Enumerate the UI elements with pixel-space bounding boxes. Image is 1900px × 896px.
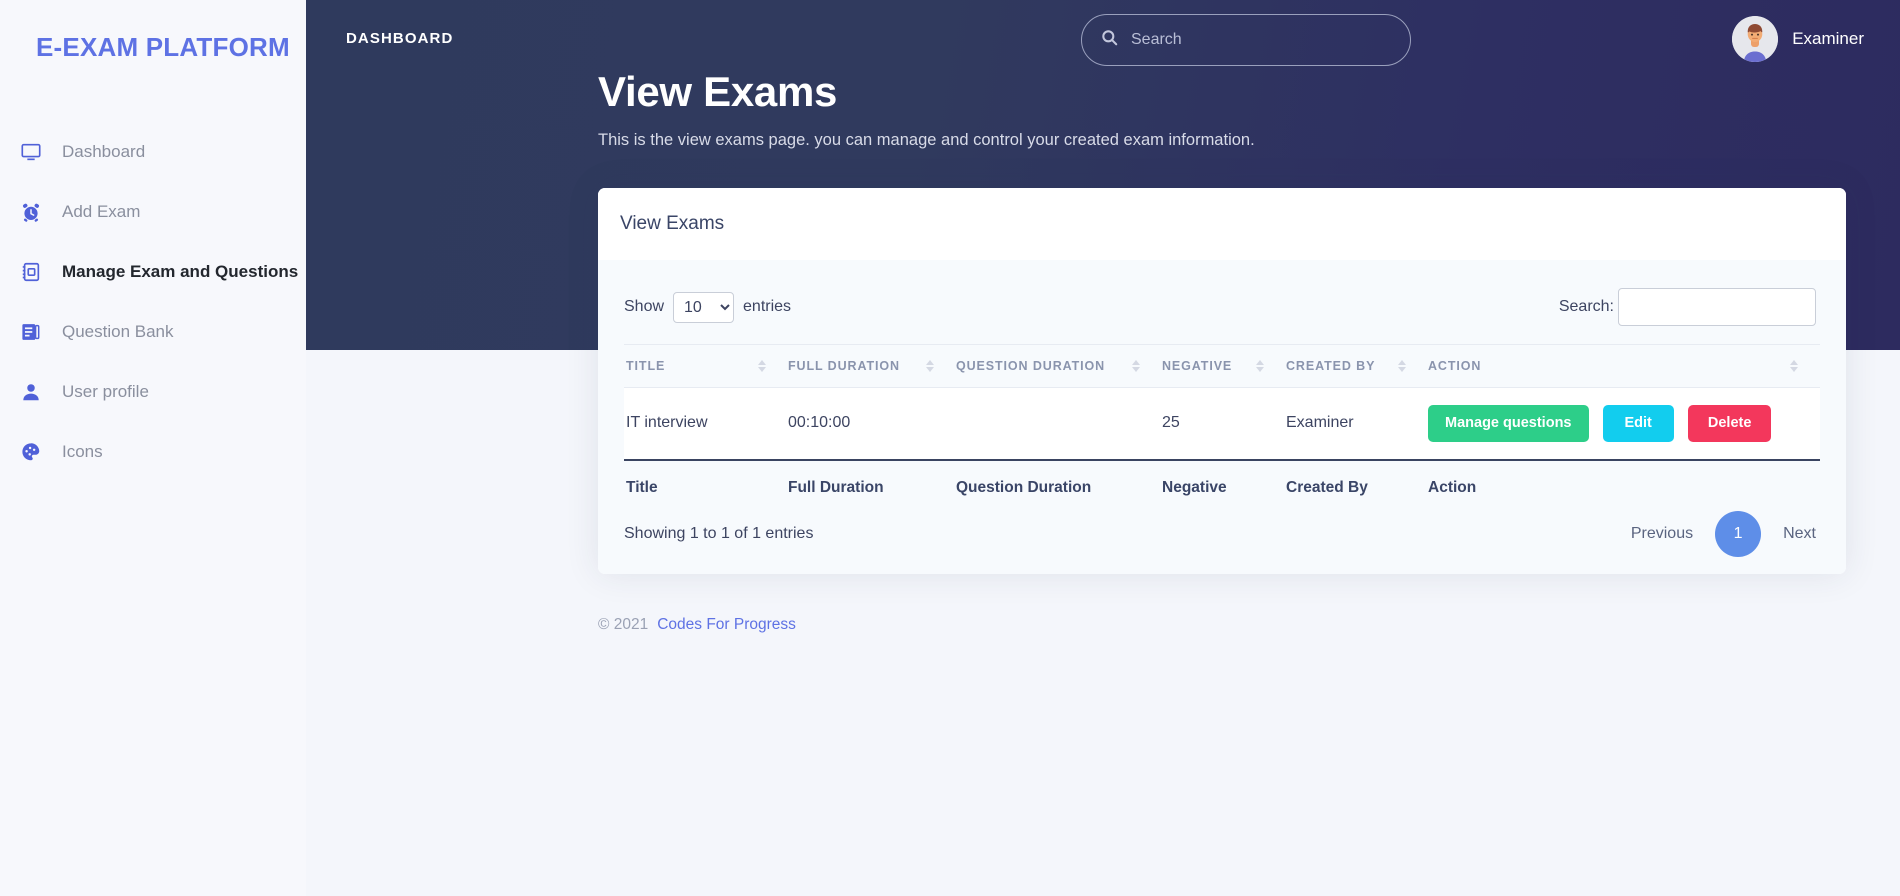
column-header-action[interactable]: ACTION [1428,344,1820,388]
breadcrumb: DASHBOARD [346,30,454,47]
footer-question-duration: Question Duration [956,459,1162,505]
alarm-icon [18,199,44,225]
page-title: View Exams [598,68,838,115]
topbar: DASHBOARD Search Examiner [306,0,1900,80]
page-length-control: Show 102550100 entries [624,291,792,323]
cell-created-by: Examiner [1286,387,1428,461]
table-header-row: TITLE FULL DURATION QUESTION DURATION NE… [624,344,1820,388]
table-head: TITLE FULL DURATION QUESTION DURATION NE… [624,344,1820,388]
sidebar: E-EXAM PLATFORM Dashboard Add Exam Manag… [0,0,306,896]
user-icon [18,379,44,405]
table-footer-row: Title Full Duration Question Duration Ne… [624,459,1820,505]
column-header-question-duration[interactable]: QUESTION DURATION [956,344,1162,388]
avatar [1732,16,1779,62]
user-name: Examiner [1792,29,1864,48]
sort-icon[interactable] [1398,360,1406,372]
sidebar-item-add-exam[interactable]: Add Exam [0,187,306,237]
footer-created-by: Created By [1286,459,1428,505]
entries-info: Showing 1 to 1 of 1 entries [624,524,814,542]
footer-action: Action [1428,459,1820,505]
sort-icon[interactable] [926,360,934,372]
cell-actions: Manage questions Edit Delete [1428,387,1820,461]
table-row: IT interview 00:10:00 25 Examiner Manage… [624,387,1820,461]
pagination-page-1[interactable]: 1 [1715,510,1762,557]
edit-button[interactable]: Edit [1602,405,1674,442]
view-exams-card: View Exams Show 102550100 entries Search… [598,188,1846,574]
table-body: IT interview 00:10:00 25 Examiner Manage… [624,387,1820,461]
search-icon [1100,28,1119,52]
book-icon [18,319,44,345]
column-header-full-duration[interactable]: FULL DURATION [788,344,956,388]
card-header: View Exams [598,188,1846,260]
sidebar-item-label: Dashboard [62,141,146,161]
sidebar-item-label: Add Exam [62,201,141,221]
footer-title: Title [624,459,788,505]
manage-questions-button[interactable]: Manage questions [1428,405,1589,442]
show-label: Show [624,298,665,315]
sidebar-item-label: User profile [62,381,149,401]
sidebar-item-manage-exam-and-questions[interactable]: Manage Exam and Questions [0,247,306,297]
column-header-created-by[interactable]: CREATED BY [1286,344,1428,388]
cell-negative: 25 [1162,387,1286,461]
user-menu[interactable]: Examiner [1732,16,1864,62]
table-search-input[interactable] [1618,288,1816,326]
global-search[interactable]: Search [1081,14,1411,66]
sort-icon[interactable] [1790,360,1798,372]
sort-icon[interactable] [1132,360,1140,372]
pagination-previous[interactable]: Previous [1631,525,1693,543]
page-footer: © 2021 Codes For Progress [598,616,796,634]
sidebar-nav: Dashboard Add Exam Manage Exam and Quest… [0,127,306,477]
footer-link[interactable]: Codes For Progress [657,616,796,634]
delete-button[interactable]: Delete [1687,405,1772,442]
sidebar-item-user-profile[interactable]: User profile [0,367,306,417]
column-header-title[interactable]: TITLE [624,344,788,388]
datatable-controls: Show 102550100 entries Search: [598,260,1846,326]
sort-icon[interactable] [758,360,766,372]
brand-logo[interactable]: E-EXAM PLATFORM [0,18,306,63]
app-root: E-EXAM PLATFORM Dashboard Add Exam Manag… [0,0,1900,896]
page-subtitle: This is the view exams page. you can man… [598,131,1255,149]
card-body: Show 102550100 entries Search: TITLE [598,260,1846,574]
copyright-text: © 2021 [598,616,649,633]
palette-icon [18,439,44,465]
sort-icon[interactable] [1256,360,1264,372]
sidebar-item-label: Manage Exam and Questions [62,261,299,281]
cell-question-duration [956,387,1162,461]
main-content: DASHBOARD Search Examiner View Exams Thi… [306,0,1900,896]
cell-title: IT interview [624,387,788,461]
footer-negative: Negative [1162,459,1286,505]
card-title: View Exams [620,213,725,234]
monitor-icon [18,139,44,165]
sidebar-item-dashboard[interactable]: Dashboard [0,127,306,177]
pagination: Previous 1 Next [1631,510,1816,557]
notebook-icon [18,259,44,285]
datatable-footer: Showing 1 to 1 of 1 entries Previous 1 N… [598,505,1846,557]
entries-label: entries [743,298,792,315]
column-header-negative[interactable]: NEGATIVE [1162,344,1286,388]
sidebar-item-label: Question Bank [62,321,174,341]
pagination-next[interactable]: Next [1783,525,1816,543]
search-placeholder: Search [1131,31,1182,48]
page-length-select[interactable]: 102550100 [673,291,735,323]
table-foot: Title Full Duration Question Duration Ne… [624,459,1820,505]
footer-full-duration: Full Duration [788,459,956,505]
exams-table: TITLE FULL DURATION QUESTION DURATION NE… [624,344,1820,505]
table-search-label: Search: [1558,298,1614,315]
table-search-control: Search: [1559,288,1816,326]
row-action-buttons: Manage questions Edit Delete [1428,405,1820,442]
cell-full-duration: 00:10:00 [788,387,956,461]
sidebar-item-question-bank[interactable]: Question Bank [0,307,306,357]
sidebar-item-icons[interactable]: Icons [0,427,306,477]
sidebar-item-label: Icons [62,441,103,461]
